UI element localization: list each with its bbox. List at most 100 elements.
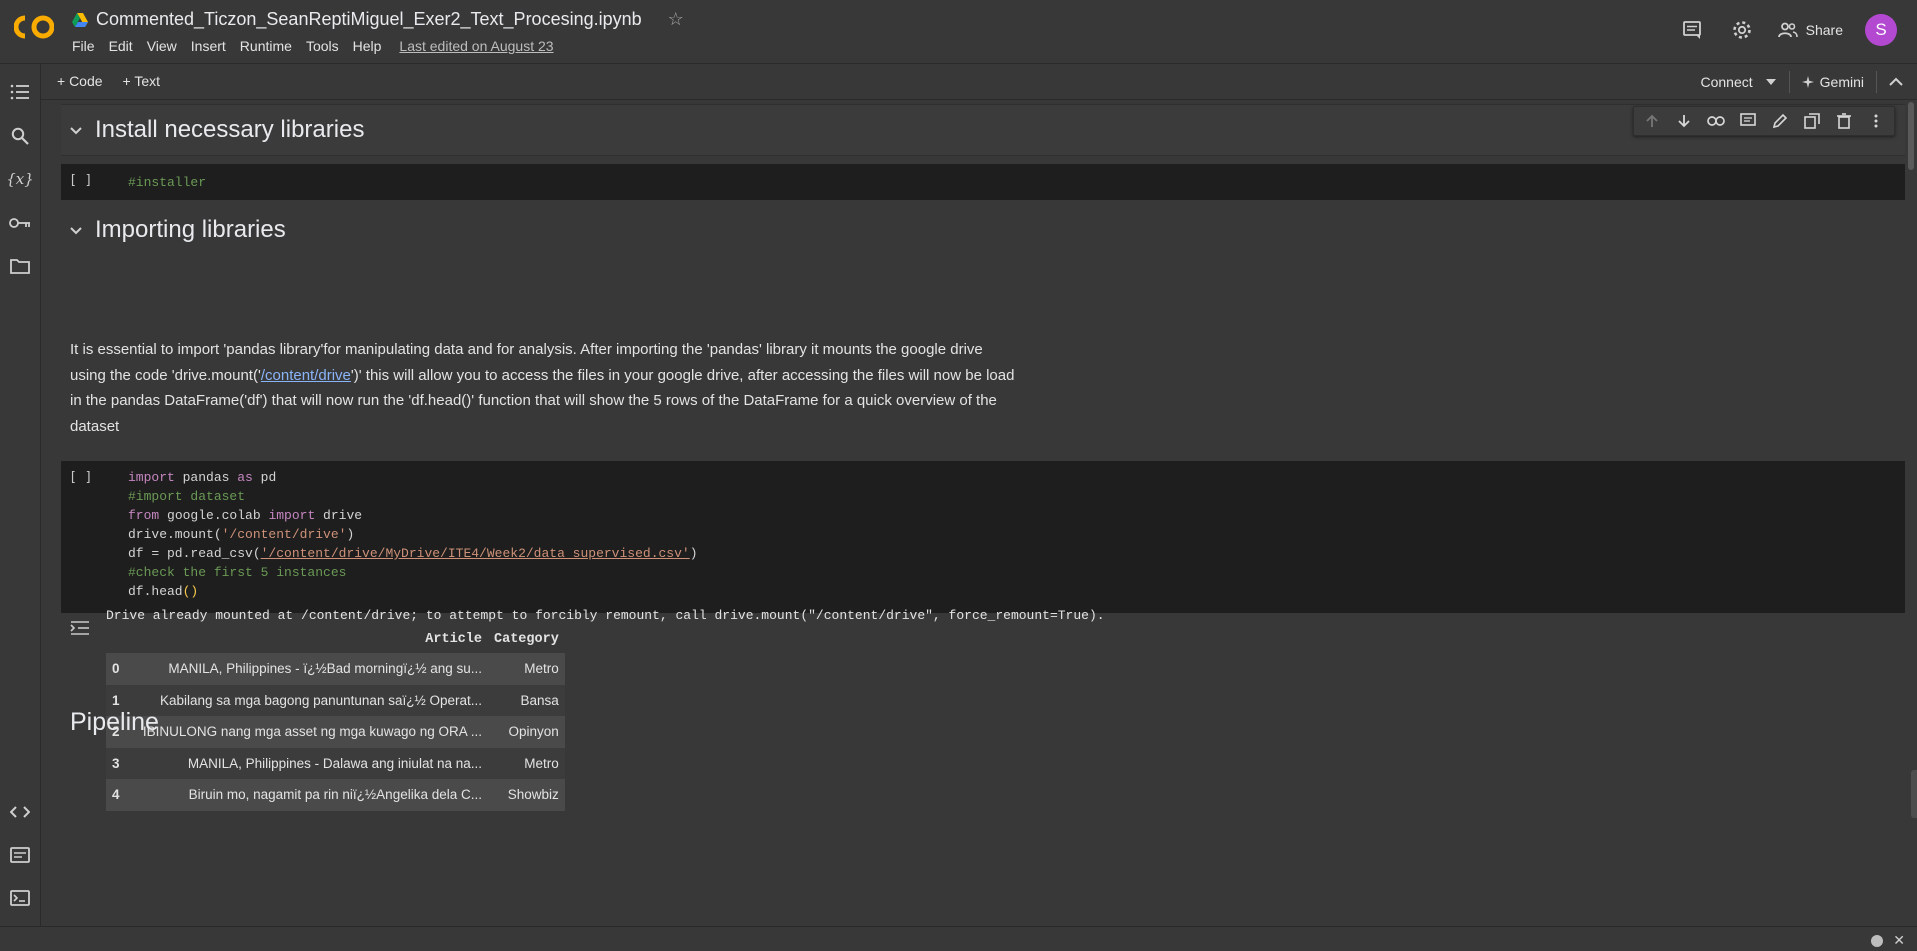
code-text: ): [689, 546, 698, 561]
chevron-up-icon[interactable]: [1889, 77, 1903, 87]
avatar[interactable]: S: [1865, 14, 1897, 46]
paragraph-line: in the pandas DataFrame('df') that will …: [70, 392, 997, 409]
notebook-title[interactable]: Commented_Ticzon_SeanReptiMiguel_Exer2_T…: [96, 9, 642, 30]
table-row: 1 Kabilang sa mga bagong panuntunan saï¿…: [106, 684, 565, 716]
row-index: 4: [106, 779, 128, 811]
article-cell: Kabilang sa mga bagong panuntunan saï¿½ …: [128, 684, 488, 716]
code-text: ): [346, 527, 355, 542]
chevron-down-icon[interactable]: [61, 222, 91, 239]
code-text: pd: [252, 470, 277, 485]
search-icon[interactable]: [8, 124, 32, 148]
section-importing[interactable]: Importing libraries: [61, 210, 1905, 250]
code-snippets-icon[interactable]: [8, 800, 32, 824]
run-cell-button[interactable]: [ ]: [69, 173, 92, 188]
category-cell: Showbiz: [488, 779, 565, 811]
chevron-down-icon[interactable]: [61, 122, 91, 139]
paragraph-text: ')' this will allow you to access the fi…: [350, 366, 1015, 384]
paragraph-line: using the code 'drive.mount('/content/dr…: [70, 363, 1130, 389]
add-code-button[interactable]: + Code: [57, 73, 103, 89]
menu-edit[interactable]: Edit: [109, 38, 133, 54]
drive-link[interactable]: /content/drive: [261, 367, 351, 384]
notebook-toolbar: + Code + Text Connect Gemini: [41, 64, 1917, 100]
variables-icon[interactable]: {x}: [6, 167, 34, 191]
code-cell-import[interactable]: [ ] import pandas as pd #import dataset fr…: [61, 461, 1905, 613]
article-cell: Biruin mo, nagamit pa rin niï¿½Angelika …: [128, 779, 488, 811]
dataframe-table: Article Category 0 MANILA, Philippines -…: [106, 625, 565, 811]
output-message: Drive already mounted at /content/drive;…: [106, 608, 1105, 623]
article-cell: IBINULONG nang mga asset ng mga kuwago n…: [128, 716, 488, 748]
article-cell: MANILA, Philippines - ï¿½Bad morningï¿½ …: [128, 653, 488, 685]
code-cell-installer[interactable]: [ ] #installer: [61, 164, 1905, 200]
code-comment: #installer: [128, 175, 207, 190]
code-keyword: import: [268, 508, 316, 523]
colab-logo[interactable]: [14, 14, 54, 40]
edit-icon[interactable]: [1770, 111, 1790, 131]
menu-help[interactable]: Help: [353, 38, 382, 54]
code-keyword: as: [237, 470, 253, 485]
status-bar: ✕: [0, 926, 1917, 951]
arrow-up-icon[interactable]: [1642, 111, 1662, 131]
scrollbar-thumb[interactable]: [1908, 102, 1914, 170]
comment-icon[interactable]: [1738, 111, 1758, 131]
star-icon[interactable]: ☆: [668, 9, 684, 30]
cell-toolbar: [1633, 106, 1895, 136]
menu-view[interactable]: View: [147, 38, 177, 54]
category-cell: Metro: [488, 747, 565, 779]
menu-bar: File Edit View Insert Runtime Tools Help…: [72, 38, 554, 54]
output-toggle-icon[interactable]: [70, 620, 90, 640]
category-cell: Bansa: [488, 684, 565, 716]
last-edited-link[interactable]: Last edited on August 23: [399, 38, 553, 54]
code-paren: (): [182, 584, 199, 599]
side-panel-handle[interactable]: [1911, 770, 1917, 818]
code-text: df.head: [128, 584, 183, 599]
paragraph-line: It is essential to import 'pandas librar…: [70, 341, 983, 358]
title-row: Commented_Ticzon_SeanReptiMiguel_Exer2_T…: [72, 9, 684, 30]
key-icon[interactable]: [8, 211, 32, 235]
menu-runtime[interactable]: Runtime: [240, 38, 292, 54]
code-string: '/content/drive/MyDrive/ITE4/Week2/data_…: [260, 546, 690, 561]
folder-icon[interactable]: [8, 254, 32, 278]
code-comment: #check the first 5 instances: [128, 565, 347, 580]
mirror-icon[interactable]: [1802, 111, 1822, 131]
share-label: Share: [1805, 22, 1843, 38]
drive-icon[interactable]: [72, 12, 88, 27]
chevron-down-icon[interactable]: [1765, 78, 1777, 86]
index-header: [106, 625, 128, 653]
table-header-row: Article Category: [106, 625, 565, 653]
header-actions: Share S: [1678, 14, 1897, 46]
menu-file[interactable]: File: [72, 38, 95, 54]
status-indicator-icon[interactable]: [1871, 934, 1884, 947]
share-button[interactable]: Share: [1777, 22, 1843, 38]
terminal-icon[interactable]: [8, 886, 32, 910]
more-icon[interactable]: [1866, 111, 1886, 131]
code-text: google.colab: [159, 508, 269, 523]
code-editor[interactable]: import pandas as pd #import dataset from g…: [128, 468, 698, 601]
arrow-down-icon[interactable]: [1674, 111, 1694, 131]
code-editor[interactable]: #installer: [128, 173, 206, 192]
menu-insert[interactable]: Insert: [191, 38, 226, 54]
run-cell-button[interactable]: [ ]: [69, 470, 92, 485]
menu-tools[interactable]: Tools: [306, 38, 339, 54]
close-icon[interactable]: ✕: [1893, 932, 1905, 949]
toc-icon[interactable]: [8, 80, 32, 104]
table-row: 0 MANILA, Philippines - ï¿½Bad morningï¿…: [106, 653, 565, 685]
section-heading: Importing libraries: [95, 216, 286, 243]
command-palette-icon[interactable]: [8, 843, 32, 867]
code-keyword: from: [128, 508, 160, 523]
add-text-button[interactable]: + Text: [123, 73, 161, 89]
table-row: 2 IBINULONG nang mga asset ng mga kuwago…: [106, 716, 565, 748]
comment-icon[interactable]: [1678, 16, 1706, 44]
people-icon: [1777, 22, 1798, 38]
gemini-button[interactable]: Gemini: [1801, 74, 1864, 90]
link-icon[interactable]: [1706, 111, 1726, 131]
code-keyword: import: [128, 470, 175, 485]
connect-button[interactable]: Connect: [1700, 74, 1752, 90]
code-text: drive.mount(: [128, 527, 222, 542]
gear-icon[interactable]: [1728, 16, 1756, 44]
vertical-scrollbar[interactable]: [1905, 100, 1917, 926]
top-bar: Commented_Ticzon_SeanReptiMiguel_Exer2_T…: [0, 0, 1917, 64]
article-cell: MANILA, Philippines - Dalawa ang iniulat…: [128, 747, 488, 779]
code-text: drive: [315, 508, 363, 523]
delete-icon[interactable]: [1834, 111, 1854, 131]
section-install[interactable]: Install necessary libraries: [61, 104, 1905, 156]
